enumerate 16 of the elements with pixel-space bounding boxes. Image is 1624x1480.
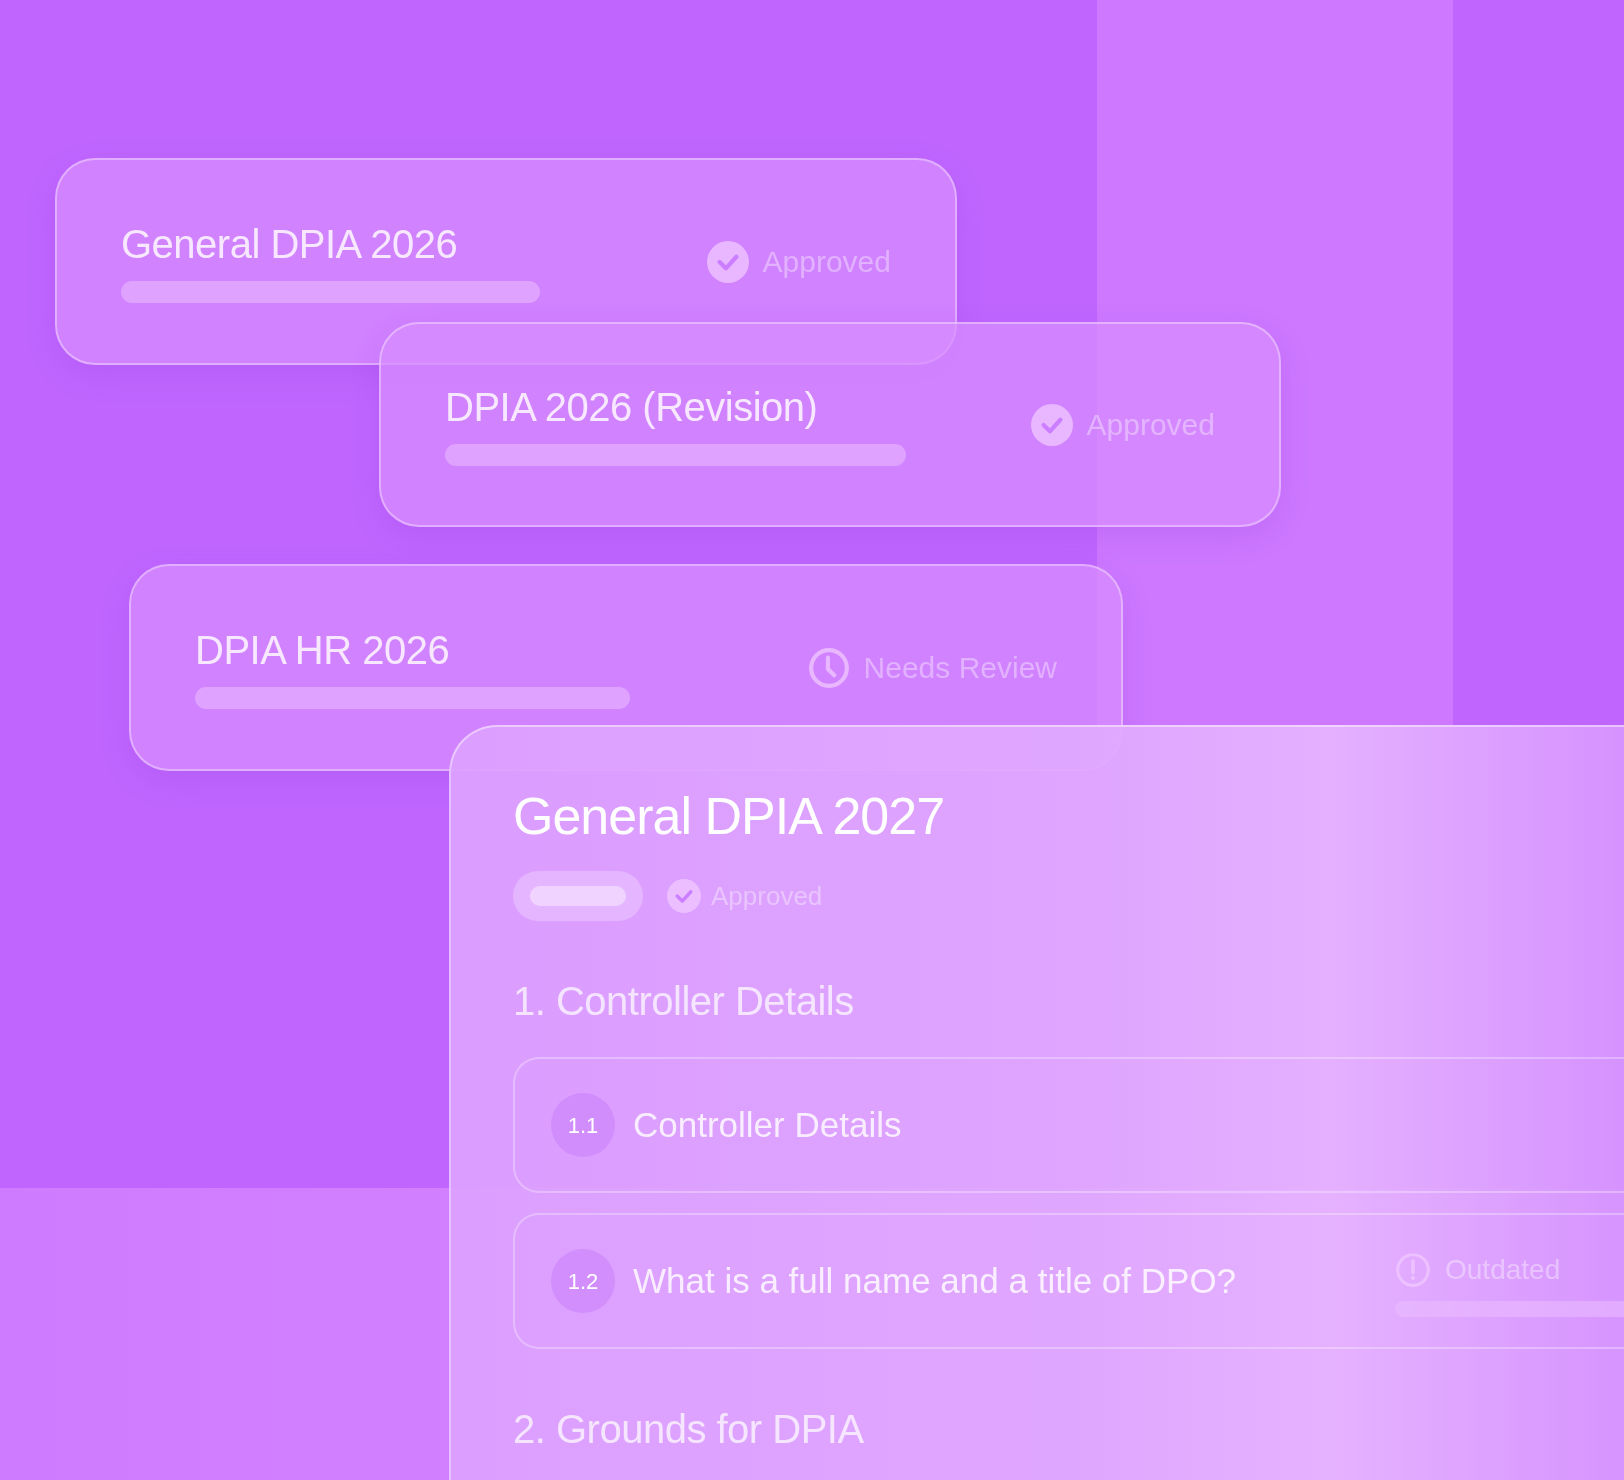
question-text: What is a full name and a title of DPO? — [633, 1260, 1237, 1303]
card-title: DPIA HR 2026 — [195, 626, 451, 673]
card-title: DPIA 2026 (Revision) — [445, 383, 819, 430]
clock-icon — [807, 646, 850, 689]
check-circle-icon — [706, 240, 749, 283]
card-title: General DPIA 2026 — [121, 220, 459, 267]
question-text: Controller Details — [633, 1104, 902, 1147]
check-circle-icon — [1030, 403, 1073, 446]
question-row[interactable]: 1.1 Controller Details — [513, 1057, 1624, 1194]
question-number: 1.1 — [551, 1093, 615, 1158]
question-number: 1.2 — [551, 1249, 615, 1314]
section-heading: 1. Controller Details — [513, 978, 855, 1026]
exclamation-icon — [1395, 1252, 1431, 1289]
check-circle-icon — [667, 879, 701, 914]
panel-title: General DPIA 2027 — [513, 786, 946, 847]
section-heading: 2. Grounds for DPIA — [513, 1406, 865, 1454]
